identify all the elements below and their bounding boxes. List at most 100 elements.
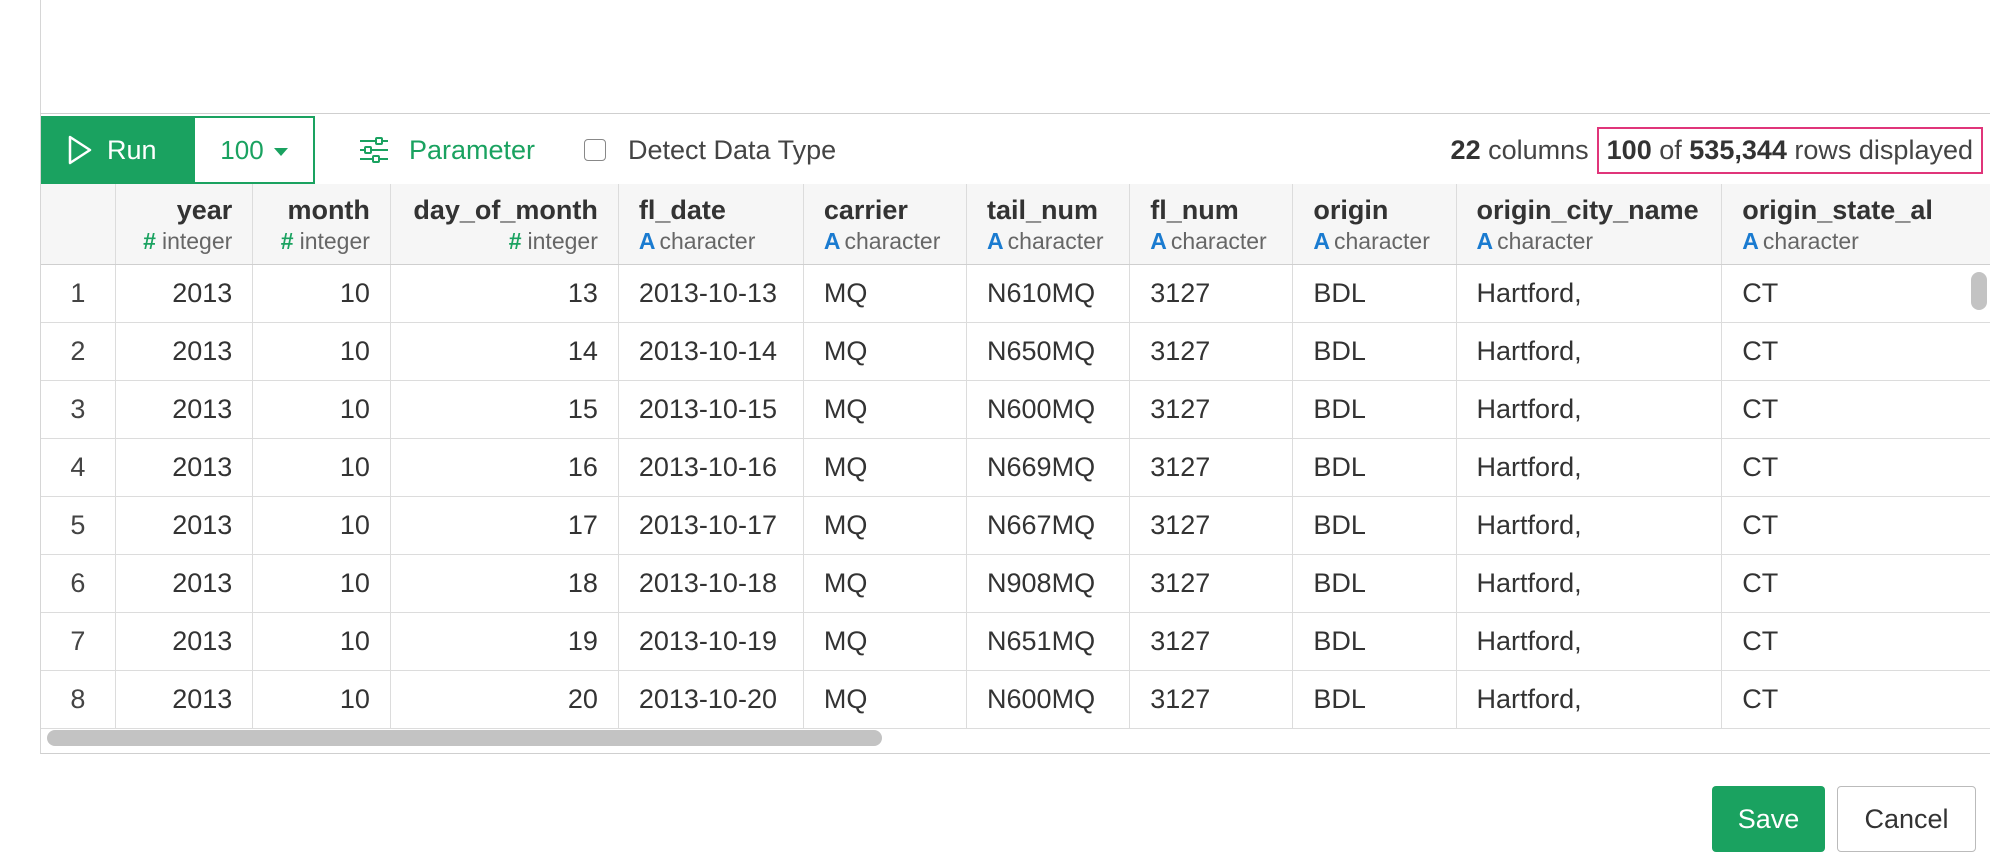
table-cell[interactable]: MQ: [803, 670, 968, 729]
table-cell[interactable]: N650MQ: [966, 322, 1131, 381]
column-header-fl-num[interactable]: fl_num Acharacter: [1129, 184, 1294, 265]
table-cell[interactable]: N667MQ: [966, 496, 1131, 555]
table-cell[interactable]: 10: [252, 496, 391, 555]
table-cell[interactable]: 2013-10-20: [618, 670, 804, 729]
table-cell[interactable]: 13: [390, 264, 619, 323]
column-header-origin[interactable]: origin Acharacter: [1292, 184, 1457, 265]
table-cell[interactable]: 16: [390, 438, 619, 497]
table-cell[interactable]: MQ: [803, 380, 968, 439]
table-cell[interactable]: 2013: [115, 554, 254, 613]
table-cell[interactable]: MQ: [803, 438, 968, 497]
column-header-tail-num[interactable]: tail_num Acharacter: [966, 184, 1131, 265]
table-cell[interactable]: CT: [1721, 612, 1990, 671]
table-cell[interactable]: MQ: [803, 612, 968, 671]
table-cell[interactable]: CT: [1721, 496, 1990, 555]
table-cell[interactable]: N669MQ: [966, 438, 1131, 497]
table-cell[interactable]: BDL: [1292, 322, 1457, 381]
table-cell[interactable]: 3127: [1129, 554, 1294, 613]
table-cell[interactable]: BDL: [1292, 670, 1457, 729]
column-header-day-of-month[interactable]: day_of_month # integer: [390, 184, 619, 265]
table-cell[interactable]: 15: [390, 380, 619, 439]
table-cell[interactable]: 20: [390, 670, 619, 729]
table-cell[interactable]: N908MQ: [966, 554, 1131, 613]
table-cell[interactable]: BDL: [1292, 612, 1457, 671]
column-header-origin-state-al[interactable]: origin_state_al Acharacter: [1721, 184, 1990, 265]
table-cell[interactable]: 2013: [115, 670, 254, 729]
vertical-scrollbar[interactable]: [1971, 272, 1987, 310]
run-button[interactable]: Run: [41, 116, 193, 184]
table-cell[interactable]: 2013: [115, 322, 254, 381]
table-cell[interactable]: BDL: [1292, 496, 1457, 555]
table-cell[interactable]: MQ: [803, 554, 968, 613]
table-cell[interactable]: 2013-10-13: [618, 264, 804, 323]
column-header-origin-city-name[interactable]: origin_city_name Acharacter: [1456, 184, 1723, 265]
table-cell[interactable]: BDL: [1292, 264, 1457, 323]
table-cell[interactable]: 14: [390, 322, 619, 381]
table-cell[interactable]: 10: [252, 322, 391, 381]
table-cell[interactable]: 10: [252, 438, 391, 497]
table-cell[interactable]: 3127: [1129, 438, 1294, 497]
table-cell[interactable]: 2013: [115, 380, 254, 439]
table-cell[interactable]: 3127: [1129, 612, 1294, 671]
table-cell[interactable]: 3127: [1129, 496, 1294, 555]
cancel-button[interactable]: Cancel: [1837, 786, 1976, 852]
table-cell[interactable]: Hartford,: [1456, 612, 1723, 671]
table-cell[interactable]: CT: [1721, 380, 1990, 439]
table-cell[interactable]: CT: [1721, 438, 1990, 497]
table-cell[interactable]: MQ: [803, 496, 968, 555]
table-cell[interactable]: Hartford,: [1456, 554, 1723, 613]
table-cell[interactable]: CT: [1721, 322, 1990, 381]
column-header-year[interactable]: year # integer: [115, 184, 254, 265]
table-cell[interactable]: BDL: [1292, 554, 1457, 613]
table-cell[interactable]: N651MQ: [966, 612, 1131, 671]
table-cell[interactable]: 2013: [115, 438, 254, 497]
table-cell[interactable]: 3127: [1129, 670, 1294, 729]
table-cell[interactable]: Hartford,: [1456, 322, 1723, 381]
table-cell[interactable]: CT: [1721, 554, 1990, 613]
detect-data-type-checkbox[interactable]: [584, 139, 606, 161]
table-cell[interactable]: 2013-10-15: [618, 380, 804, 439]
table-cell[interactable]: BDL: [1292, 438, 1457, 497]
table-cell[interactable]: Hartford,: [1456, 264, 1723, 323]
table-row: 3 2013 10 15 2013-10-15 MQ N600MQ 3127 BDL Hartfo…: [41, 380, 1990, 439]
table-cell[interactable]: BDL: [1292, 380, 1457, 439]
table-cell[interactable]: 10: [252, 380, 391, 439]
table-cell[interactable]: MQ: [803, 322, 968, 381]
table-cell[interactable]: 2013: [115, 612, 254, 671]
table-cell[interactable]: MQ: [803, 264, 968, 323]
table-cell[interactable]: 2013-10-18: [618, 554, 804, 613]
table-cell[interactable]: 10: [252, 264, 391, 323]
table-cell[interactable]: N610MQ: [966, 264, 1131, 323]
table-cell[interactable]: 18: [390, 554, 619, 613]
table-cell[interactable]: CT: [1721, 264, 1990, 323]
query-editor-area[interactable]: [40, 0, 1990, 114]
table-cell[interactable]: 2013-10-14: [618, 322, 804, 381]
table-cell[interactable]: Hartford,: [1456, 496, 1723, 555]
column-header-month[interactable]: month # integer: [252, 184, 391, 265]
column-header-carrier[interactable]: carrier Acharacter: [803, 184, 968, 265]
table-cell[interactable]: Hartford,: [1456, 438, 1723, 497]
table-cell[interactable]: Hartford,: [1456, 380, 1723, 439]
table-cell[interactable]: CT: [1721, 670, 1990, 729]
column-header-fl-date[interactable]: fl_date Acharacter: [618, 184, 804, 265]
table-cell[interactable]: Hartford,: [1456, 670, 1723, 729]
table-cell[interactable]: 19: [390, 612, 619, 671]
parameter-button[interactable]: Parameter: [359, 116, 535, 184]
table-cell[interactable]: 2013-10-16: [618, 438, 804, 497]
table-cell[interactable]: 3127: [1129, 380, 1294, 439]
table-cell[interactable]: 3127: [1129, 322, 1294, 381]
table-cell[interactable]: 17: [390, 496, 619, 555]
table-cell[interactable]: N600MQ: [966, 670, 1131, 729]
table-cell[interactable]: 10: [252, 670, 391, 729]
table-cell[interactable]: 10: [252, 554, 391, 613]
table-cell[interactable]: 2013-10-19: [618, 612, 804, 671]
table-cell[interactable]: 2013: [115, 496, 254, 555]
row-limit-dropdown[interactable]: 100: [193, 116, 315, 184]
table-cell[interactable]: 3127: [1129, 264, 1294, 323]
table-cell[interactable]: 2013: [115, 264, 254, 323]
table-cell[interactable]: 10: [252, 612, 391, 671]
horizontal-scrollbar[interactable]: [47, 730, 882, 746]
table-cell[interactable]: 2013-10-17: [618, 496, 804, 555]
table-cell[interactable]: N600MQ: [966, 380, 1131, 439]
save-button[interactable]: Save: [1712, 786, 1825, 852]
